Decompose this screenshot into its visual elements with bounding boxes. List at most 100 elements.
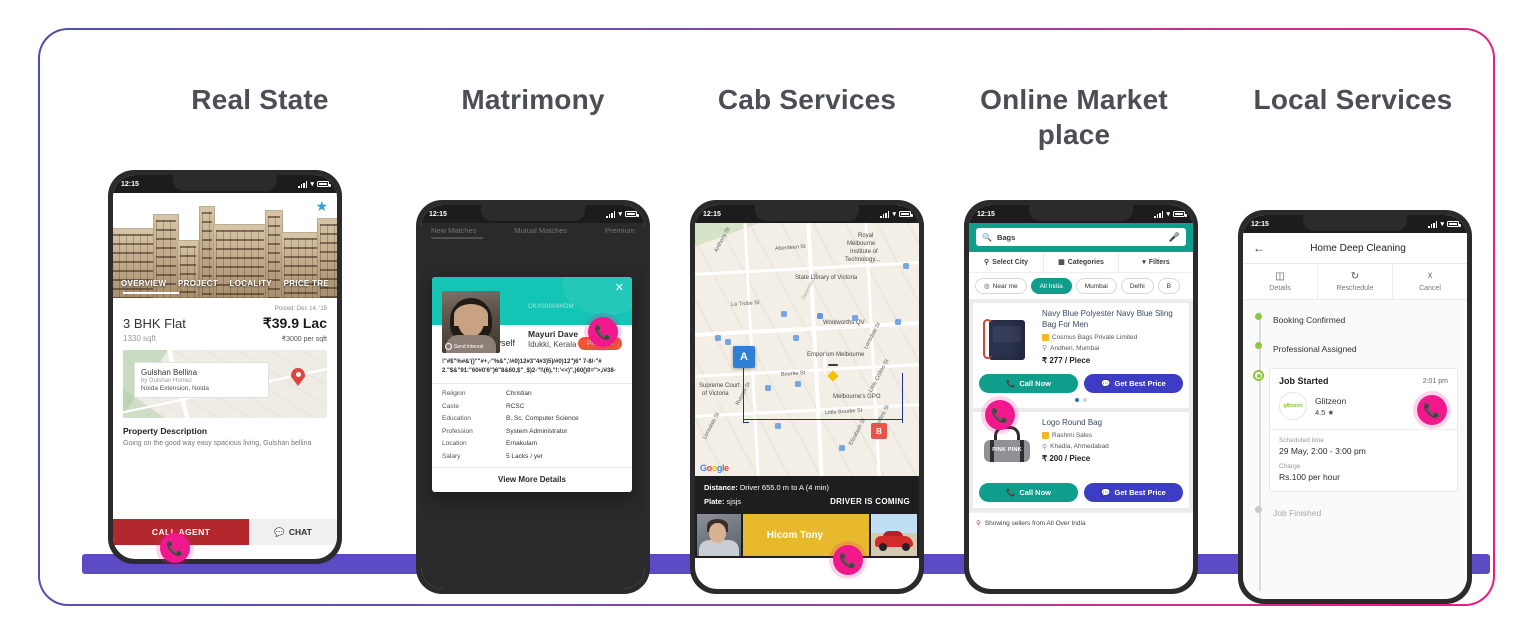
- pickup-marker-a[interactable]: A: [733, 346, 755, 368]
- screen-marketplace: 12:15 ▾ 🔍 Bags 🎤 ⚲ Select City ▦ Categor…: [969, 205, 1193, 589]
- segment-filters[interactable]: ▾ Filters: [1119, 252, 1193, 272]
- charge-value: Rs.100 per hour: [1279, 472, 1340, 482]
- project-builder: by Gulshan Homez: [141, 378, 193, 384]
- segment-label: Filters: [1148, 258, 1170, 266]
- tab-new-matches[interactable]: New Matches: [431, 226, 476, 235]
- map-label: Institute of: [850, 249, 878, 255]
- action-cancel[interactable]: ☓ Cancel: [1393, 264, 1467, 299]
- grid-icon: ▦: [1058, 259, 1065, 266]
- trash-icon: ☓: [1427, 271, 1433, 282]
- segment-select-city[interactable]: ⚲ Select City: [969, 252, 1044, 272]
- view-more-details-button[interactable]: View More Details: [432, 467, 632, 492]
- poi-marker: [852, 315, 858, 321]
- tab-price-trend[interactable]: PRICE TRE: [284, 279, 329, 288]
- call-fab-real-estate[interactable]: 📞: [160, 533, 190, 563]
- search-input[interactable]: Bags: [997, 233, 1164, 242]
- title-price-row: 3 BHK Flat ₹39.9 Lac: [123, 315, 327, 332]
- segment-categories[interactable]: ▦ Categories: [1044, 252, 1119, 272]
- footer-text: Showing sellers from All Over India: [984, 519, 1086, 527]
- tab-locality[interactable]: LOCALITY: [230, 279, 272, 288]
- tab-mutual-matches[interactable]: Mutual Matches: [514, 226, 567, 235]
- search-bar[interactable]: 🔍 Bags 🎤: [976, 228, 1186, 246]
- plate-status-row: Plate: sjsjs DRIVER IS COMING: [704, 497, 910, 506]
- poi-marker: [725, 339, 731, 345]
- wifi-icon: ▾: [618, 210, 622, 218]
- detail-value: 5 Lacks / yer: [506, 452, 543, 460]
- location-row: ⚲ Andheri, Mumbai: [1042, 344, 1183, 353]
- get-best-price-button[interactable]: 💬 Get Best Price: [1084, 374, 1183, 393]
- phone-notch: [481, 205, 585, 221]
- battery-icon: [1173, 211, 1187, 217]
- call-fab-cab[interactable]: 📞: [833, 545, 863, 575]
- route-path: [897, 373, 903, 423]
- property-title: 3 BHK Flat: [123, 316, 186, 331]
- property-price: ₹39.9 Lac: [262, 315, 327, 331]
- send-interest-button[interactable]: Send interest: [445, 343, 483, 350]
- product-name: Logo Round Bag: [1042, 418, 1103, 427]
- get-best-price-button[interactable]: 💬 Get Best Price: [1084, 483, 1183, 502]
- job-card: Job Started 2:01 pm glitzeon Glitzeon 4.…: [1269, 368, 1458, 492]
- detail-key: Religion: [442, 390, 466, 397]
- chat-button[interactable]: 💬 CHAT: [249, 519, 337, 545]
- screen-real-estate: 12:15 ▾ ← ★ OVERVIEW PROJECT LOCALITY PR…: [113, 175, 337, 559]
- plate-row: Plate: sjsjs: [704, 497, 741, 506]
- chip-near-me[interactable]: ◎ Near me: [975, 278, 1027, 294]
- provider-info: Glitzeon 4.5 ★: [1315, 396, 1346, 417]
- table-row: Location Ernakulam: [442, 440, 622, 447]
- favorite-star-icon[interactable]: ★: [315, 199, 328, 213]
- google-logo: Google: [700, 463, 729, 473]
- detail-key: Education: [442, 415, 471, 422]
- chip-all-india[interactable]: All India: [1030, 278, 1072, 294]
- battery-icon: [1447, 221, 1461, 227]
- product-card[interactable]: Navy Blue Polyester Navy Blue Sling Bag …: [973, 303, 1189, 408]
- call-fab-marketplace[interactable]: 📞: [985, 400, 1015, 430]
- chat-label: CHAT: [288, 527, 312, 537]
- location-pin-icon: ⚲: [1042, 345, 1048, 352]
- poi-marker: [895, 319, 901, 325]
- cab-map[interactable]: Royal Melbourne Institute of Technology.…: [695, 223, 919, 476]
- tab-overview[interactable]: OVERVIEW: [121, 279, 166, 288]
- property-map[interactable]: Gulshan Bellina by Gulshan Homez Noida E…: [123, 350, 327, 418]
- profile-photo: Send interest: [442, 291, 500, 353]
- phone-matrimony: 12:15 ▾ New Matches Mutual Matches Premi…: [416, 200, 650, 594]
- plate-value: sjsjs: [724, 497, 742, 506]
- product-price: ₹ 277 / Piece: [1042, 355, 1091, 365]
- phone-icon: 📞: [1005, 488, 1016, 497]
- action-reschedule[interactable]: ↻ Reschedule: [1318, 264, 1393, 299]
- chip-mumbai[interactable]: Mumbai: [1075, 278, 1117, 294]
- tab-premium[interactable]: Premium: [605, 226, 635, 235]
- tab-project[interactable]: PROJECT: [178, 279, 218, 288]
- chip-label: Mumbai: [1084, 282, 1108, 290]
- call-fab-matrimony[interactable]: 📞: [588, 317, 618, 347]
- product-image: [979, 309, 1035, 367]
- real-estate-body: ← ★ OVERVIEW PROJECT LOCALITY PRICE TRE …: [113, 193, 337, 559]
- map-label: Supreme Court: [699, 383, 740, 389]
- action-label: Cancel: [1419, 285, 1441, 292]
- call-now-button[interactable]: 📞 Call Now: [979, 483, 1078, 502]
- timeline-dot: [1255, 342, 1262, 349]
- close-icon[interactable]: ✕: [615, 283, 624, 294]
- microphone-icon[interactable]: 🎤: [1169, 232, 1180, 243]
- table-row: Profession System Administrator: [442, 428, 622, 435]
- action-details[interactable]: ◫ Details: [1243, 264, 1318, 299]
- route-path: [743, 363, 749, 423]
- table-row: Salary 5 Lacks / yer: [442, 453, 622, 460]
- cab-body: Royal Melbourne Institute of Technology.…: [695, 223, 919, 589]
- destination-marker-b[interactable]: B: [871, 423, 887, 439]
- chip-bangalore[interactable]: B: [1157, 278, 1181, 294]
- ride-info-panel: Distance: Driver 655.0 m to A (4 min) Pl…: [695, 476, 919, 512]
- chip-delhi[interactable]: Delhi: [1120, 278, 1154, 294]
- signal-icon: [298, 180, 308, 188]
- call-now-button[interactable]: 📞 Call Now: [979, 374, 1078, 393]
- back-arrow-icon[interactable]: ←: [1253, 241, 1265, 255]
- battery-icon: [317, 181, 331, 187]
- location-pin-icon: ⚲: [976, 520, 981, 527]
- product-actions: 📞 Call Now 💬 Get Best Price: [979, 374, 1183, 393]
- call-fab-local-services[interactable]: 📞: [1417, 395, 1447, 425]
- step-label: Booking Confirmed: [1273, 315, 1346, 325]
- status-time: 12:15: [429, 210, 447, 218]
- step-time: 2:01 pm: [1422, 377, 1448, 385]
- map-label: Melbourne: [847, 241, 876, 247]
- back-arrow-icon[interactable]: ←: [122, 199, 136, 213]
- location-row: ⚲ Khadia, Ahmedabad: [1042, 443, 1183, 451]
